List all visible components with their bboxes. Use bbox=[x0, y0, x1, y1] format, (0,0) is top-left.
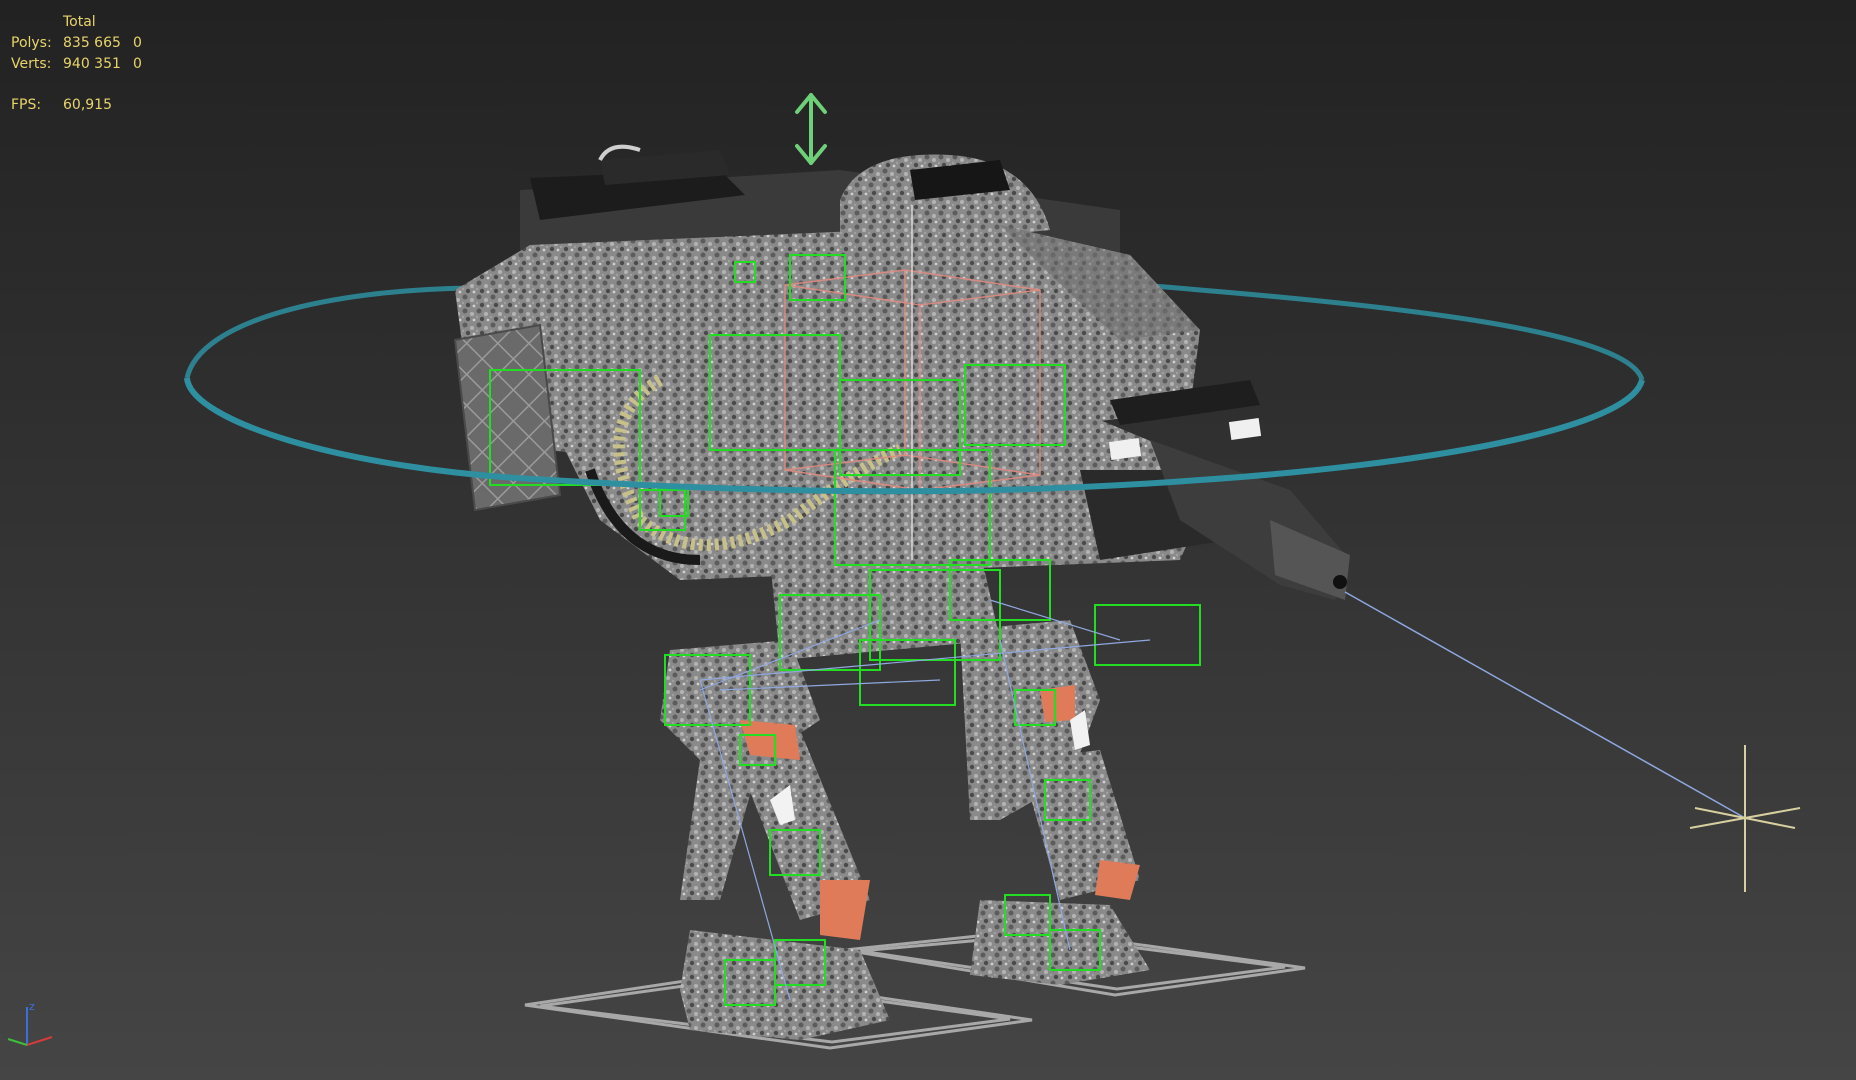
bone-box[interactable] bbox=[1094, 604, 1201, 666]
mech-body[interactable] bbox=[453, 144, 1350, 1040]
axis-x-line bbox=[26, 1036, 53, 1046]
perspective-viewport[interactable]: Total Polys: 835 665 0 Verts: 940 351 0 … bbox=[0, 0, 1856, 1080]
axis-gizmo: z bbox=[0, 995, 70, 1070]
aim-target-link bbox=[1344, 591, 1746, 819]
axis-z-label: z bbox=[29, 1000, 35, 1013]
move-gizmo-arrow[interactable] bbox=[795, 93, 827, 165]
target-helper[interactable] bbox=[1689, 745, 1801, 892]
mech-scene[interactable] bbox=[0, 0, 1856, 1080]
axis-y-line bbox=[7, 1038, 28, 1046]
